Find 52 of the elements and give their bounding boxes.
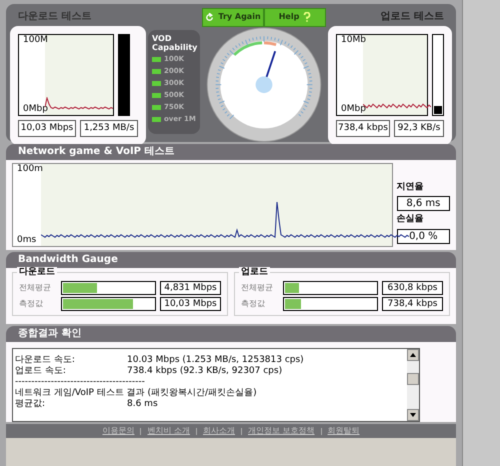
footer-link[interactable]: 이용문의 [102, 425, 134, 437]
footer-link[interactable]: 벤치비 소개 [147, 425, 190, 437]
speed-readout: 738,4 kbps [336, 120, 390, 137]
loss-label: 손실율 [396, 213, 425, 226]
gauge-label: 측정값 [19, 298, 44, 310]
group-title: 다운로드 [17, 267, 57, 278]
axis-max-label: 100m [17, 164, 43, 175]
section-header: 종합결과 확인 [6, 326, 456, 342]
gauge-value: 738,4 kbps [382, 297, 443, 311]
question-mark-icon [303, 12, 312, 22]
scroll-thumb[interactable] [407, 373, 419, 385]
footer-link[interactable]: 회사소개 [203, 425, 235, 437]
panel-title: 다운로드 테스트 [17, 10, 92, 24]
scrollbar[interactable] [407, 349, 419, 421]
gauge-value: 4,831 Mbps [160, 281, 221, 295]
gauge-value: 630,8 kbps [382, 281, 443, 295]
result-label: 업로드 속도: [15, 366, 67, 377]
axis-max-label: 100M [23, 35, 48, 46]
window-scrollbar[interactable] [462, 0, 500, 466]
result-label: 평균값: [15, 399, 46, 410]
scroll-down-icon[interactable] [407, 409, 419, 421]
section-header: Bandwidth Gauge [6, 252, 456, 268]
gauge-label: 전체평균 [241, 282, 274, 294]
gauge-label: 전체평균 [19, 282, 52, 294]
latency-value: 8,6 ms [396, 196, 450, 211]
speed-readout: 1,253 MB/s [80, 120, 138, 137]
refresh-icon [205, 12, 214, 22]
speed-readout: 92,3 KB/s [394, 120, 444, 137]
footer-link[interactable]: 회원탈퇴 [328, 425, 360, 437]
gauge-value: 10,03 Mbps [160, 297, 221, 311]
speed-readout: 10,03 Mbps [18, 120, 76, 137]
help-button[interactable]: Help [264, 8, 326, 27]
loss-value: 0,0 % [396, 228, 450, 244]
try-again-button[interactable]: Try Again [202, 8, 264, 27]
axis-min-label: 0ms [17, 235, 36, 246]
vod-title: VOD Capability [152, 34, 196, 52]
result-text: 네트워크 게임/VoIP 테스트 결과 (패킷왕복시간/패킷손실율) [15, 388, 258, 399]
result-text: ---------------------------------------- [15, 377, 146, 388]
gauge-label: 측정값 [241, 298, 266, 310]
result-label: 다운로드 속도: [15, 355, 76, 366]
axis-max-label: 10Mb [341, 35, 366, 46]
scroll-up-icon[interactable] [407, 349, 419, 361]
group-title: 업로드 [239, 267, 270, 278]
axis-min-label: 0Mbp [341, 104, 366, 115]
section-header: Network game & VoIP 테스트 [6, 144, 456, 160]
axis-min-label: 0Mbp [23, 104, 48, 115]
latency-label: 지연율 [396, 180, 425, 194]
result-value: 738.4 kbps (92.3 KB/s, 92307 cps) [127, 366, 282, 377]
panel-title: 업로드 테스트 [380, 10, 445, 24]
footer-link[interactable]: 개인정보 보호정책 [248, 425, 315, 437]
result-value: 10.03 Mbps (1.253 MB/s, 1253813 cps) [127, 355, 304, 366]
result-value: 8.6 ms [127, 399, 158, 410]
